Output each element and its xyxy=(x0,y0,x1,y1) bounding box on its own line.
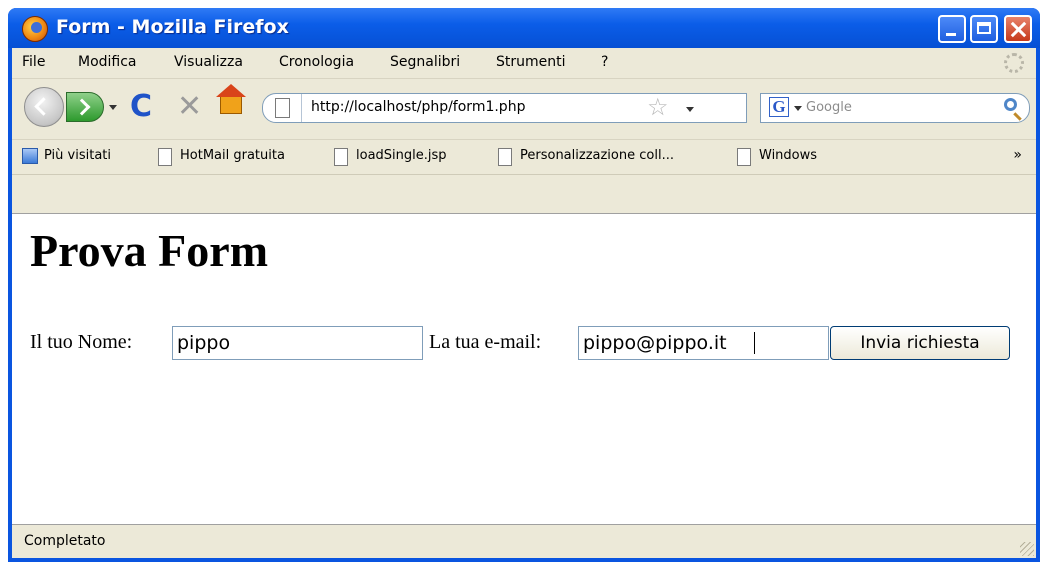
url-text[interactable]: http://localhost/php/form1.php xyxy=(311,99,525,115)
resize-grip-icon[interactable] xyxy=(1020,542,1034,556)
menu-segnalibri[interactable]: Segnalibri xyxy=(390,54,460,70)
search-placeholder[interactable]: Google xyxy=(806,100,852,115)
page-icon xyxy=(275,98,290,118)
url-divider xyxy=(301,94,302,122)
menu-modifica[interactable]: Modifica xyxy=(78,54,137,70)
status-bar: Completato xyxy=(12,524,1036,558)
menu-help[interactable]: ? xyxy=(601,54,608,70)
url-dropdown-icon[interactable] xyxy=(686,107,694,112)
bookmark-loadsingle[interactable]: loadSingle.jsp xyxy=(356,148,447,163)
bookmark-page-icon xyxy=(158,148,172,166)
menu-cronologia[interactable]: Cronologia xyxy=(279,54,354,70)
email-input[interactable] xyxy=(578,326,829,360)
bookmark-star-icon[interactable]: ☆ xyxy=(647,93,669,121)
email-label: La tua e-mail: xyxy=(429,331,542,353)
firefox-logo-icon xyxy=(22,16,48,42)
stop-icon[interactable]: ✕ xyxy=(177,90,202,124)
engine-dropdown-icon[interactable] xyxy=(794,106,802,111)
reload-icon[interactable]: C xyxy=(130,90,152,124)
status-text: Completato xyxy=(24,533,106,549)
text-cursor xyxy=(754,332,755,354)
close-button[interactable] xyxy=(1004,15,1032,43)
page-heading: Prova Form xyxy=(30,225,269,276)
search-icon[interactable] xyxy=(1004,98,1017,111)
menu-visualizza[interactable]: Visualizza xyxy=(174,54,243,70)
google-engine-icon[interactable]: G xyxy=(769,97,789,117)
forward-button[interactable] xyxy=(66,92,104,122)
search-bar[interactable]: G Google xyxy=(760,93,1030,123)
most-visited-icon xyxy=(22,148,38,164)
submit-button[interactable]: Invia richiesta xyxy=(830,326,1010,360)
throbber-icon xyxy=(1004,53,1024,73)
bookmarks-toolbar: Più visitati HotMail gratuita loadSingle… xyxy=(12,140,1036,175)
menu-file[interactable]: File xyxy=(22,54,45,70)
window-title: Form - Mozilla Firefox xyxy=(56,16,289,38)
home-icon[interactable] xyxy=(216,84,246,114)
history-dropdown-icon[interactable] xyxy=(109,105,117,110)
browser-client: File Modifica Visualizza Cronologia Segn… xyxy=(12,48,1036,558)
bookmarks-overflow-icon[interactable]: » xyxy=(1013,147,1022,163)
name-input[interactable] xyxy=(172,326,423,360)
bookmark-page-icon xyxy=(498,148,512,166)
menu-strumenti[interactable]: Strumenti xyxy=(496,54,566,70)
bookmark-hotmail[interactable]: HotMail gratuita xyxy=(180,148,285,163)
bookmark-windows[interactable]: Windows xyxy=(759,148,817,163)
url-bar[interactable]: http://localhost/php/form1.php ☆ xyxy=(262,93,747,123)
minimize-button[interactable] xyxy=(938,15,966,43)
bookmark-page-icon xyxy=(737,148,751,166)
bookmark-personalizzazione[interactable]: Personalizzazione coll... xyxy=(520,148,674,163)
bookmark-most-visited[interactable]: Più visitati xyxy=(44,148,111,163)
back-button[interactable] xyxy=(24,87,64,127)
navigation-toolbar: C ✕ http://localhost/php/form1.php ☆ G G… xyxy=(12,79,1036,140)
name-label: Il tuo Nome: xyxy=(30,331,133,353)
bookmark-page-icon xyxy=(334,148,348,166)
browser-window: Form - Mozilla Firefox File Modifica Vis… xyxy=(8,8,1040,562)
title-bar[interactable]: Form - Mozilla Firefox xyxy=(8,8,1040,48)
maximize-button[interactable] xyxy=(970,15,998,43)
menu-bar: File Modifica Visualizza Cronologia Segn… xyxy=(12,48,1036,79)
page-content: Prova Form Il tuo Nome: La tua e-mail: I… xyxy=(12,213,1036,525)
